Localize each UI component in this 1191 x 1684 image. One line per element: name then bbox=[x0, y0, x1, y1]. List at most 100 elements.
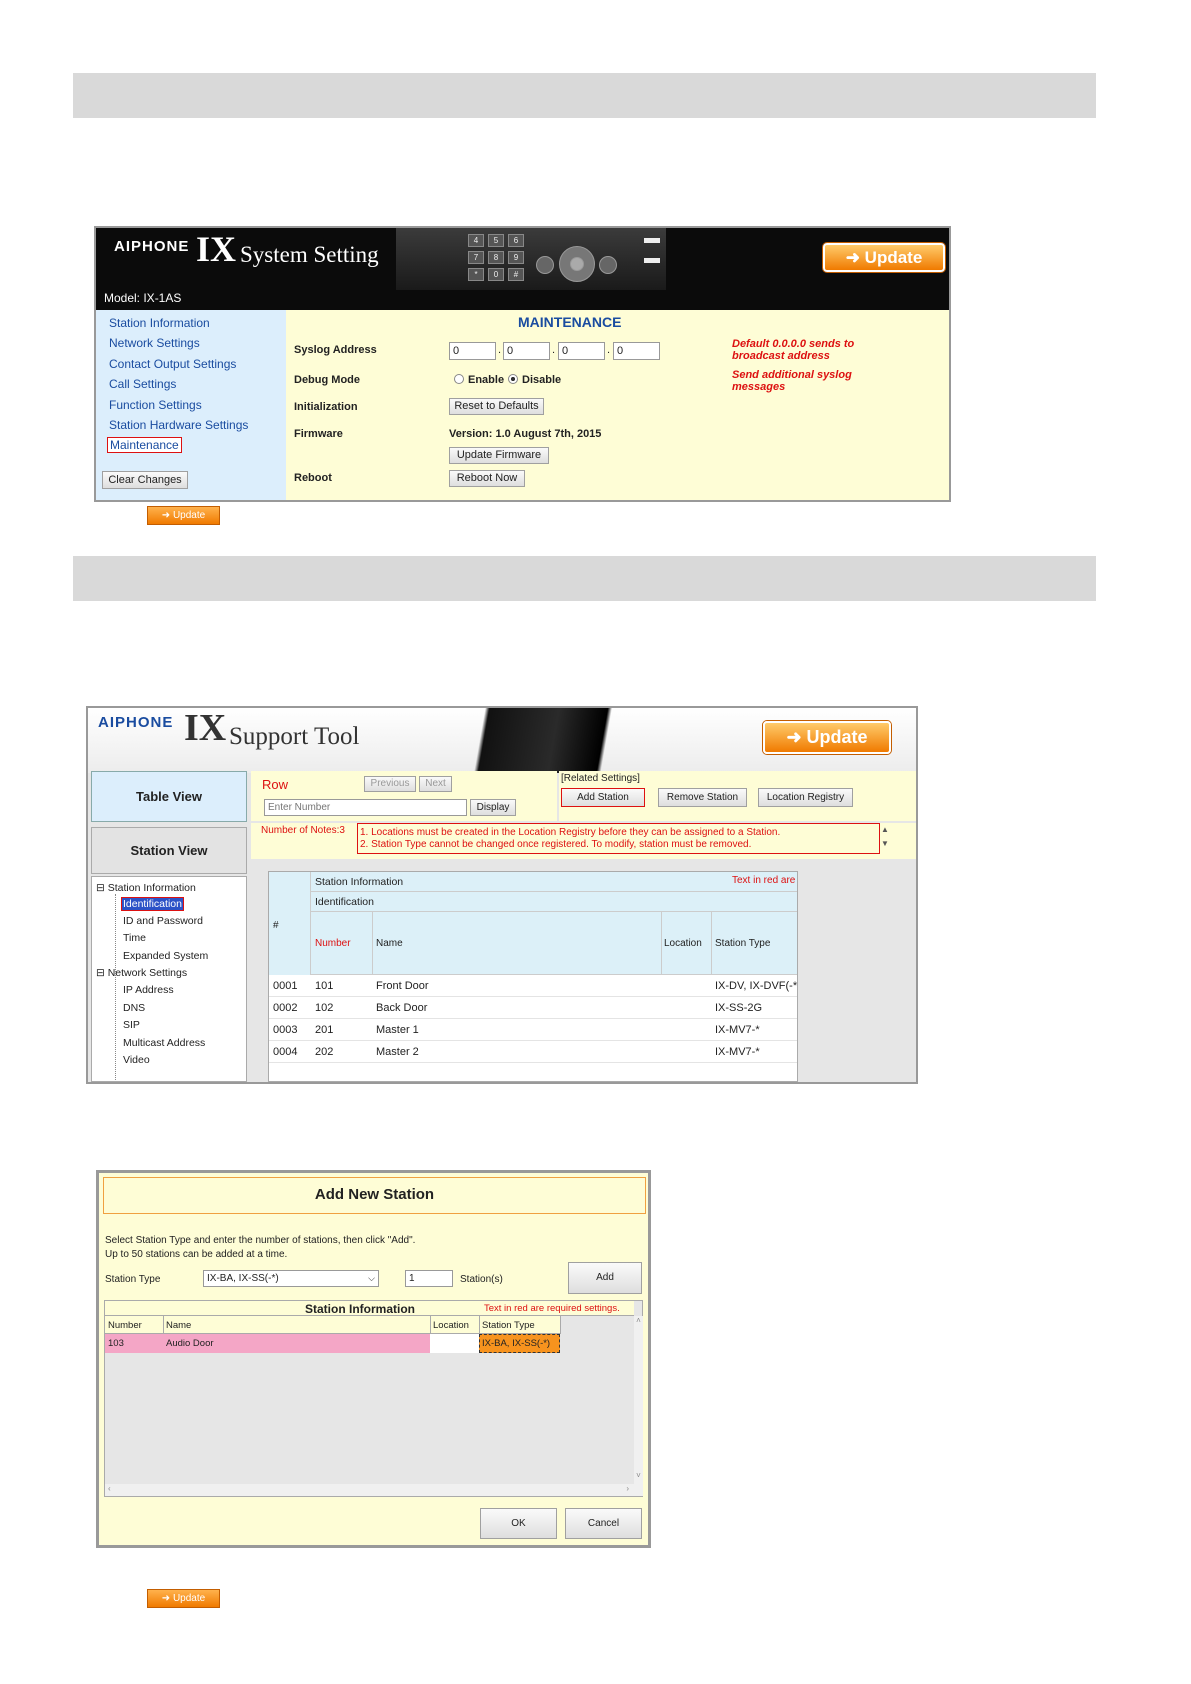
reboot-label: Reboot bbox=[294, 472, 332, 484]
syslog-octet-3-input[interactable]: 0 bbox=[558, 342, 605, 360]
tree-item-video[interactable]: Video bbox=[123, 1054, 150, 1066]
aiphone-logo: AIPHONE bbox=[98, 714, 174, 731]
update-button[interactable]: ➜ Update bbox=[823, 243, 945, 272]
table-row[interactable]: 0003 201 Master 1 IX-MV7-* bbox=[269, 1019, 797, 1041]
model-label: Model: IX-1AS bbox=[104, 291, 182, 305]
station-type-cell[interactable]: IX-BA, IX-SS(-*) bbox=[479, 1334, 560, 1353]
next-button[interactable]: Next bbox=[419, 776, 452, 792]
horizontal-scrollbar[interactable]: ‹ › bbox=[105, 1484, 643, 1496]
circle-button-icon bbox=[599, 256, 617, 274]
remove-station-button[interactable]: Remove Station bbox=[658, 788, 747, 807]
add-button[interactable]: Add bbox=[568, 1262, 642, 1294]
ix-logo: IX bbox=[184, 707, 227, 749]
sidebar-item-contact-output-settings[interactable]: Contact Output Settings bbox=[109, 357, 236, 371]
sidebar-item-network-settings[interactable]: Network Settings bbox=[109, 336, 200, 350]
support-tool-screenshot: AIPHONE IX Support Tool ➜ Update Table V… bbox=[86, 706, 918, 1084]
display-button[interactable]: Display bbox=[470, 799, 516, 816]
sidebar-item-call-settings[interactable]: Call Settings bbox=[109, 377, 176, 391]
reset-to-defaults-button[interactable]: Reset to Defaults bbox=[449, 398, 544, 415]
page-title: MAINTENANCE bbox=[518, 314, 622, 330]
ix-logo: IX bbox=[196, 229, 237, 269]
location-cell[interactable] bbox=[430, 1334, 479, 1353]
tree-item-ip-address[interactable]: IP Address bbox=[123, 984, 174, 996]
sidebar-item-maintenance[interactable]: Maintenance bbox=[107, 437, 182, 453]
app-title: Support Tool bbox=[229, 723, 360, 750]
cancel-button[interactable]: Cancel bbox=[565, 1508, 642, 1539]
tree-item-time[interactable]: Time bbox=[123, 932, 146, 944]
station-keypad-image: 4 5 6 7 8 9 * 0 # bbox=[396, 228, 666, 290]
station-info-table: Station Information Text in red are requ… bbox=[104, 1300, 643, 1497]
required-note: Text in red are required settings. bbox=[484, 1303, 620, 1314]
note-line: 1. Locations must be created in the Loca… bbox=[360, 827, 781, 838]
tree-item-id-and-password[interactable]: ID and Password bbox=[123, 915, 203, 927]
keypad-key: * bbox=[468, 268, 484, 281]
indicator-icon bbox=[644, 258, 660, 263]
tree-item-sip[interactable]: SIP bbox=[123, 1019, 140, 1031]
tree-item-identification[interactable]: Identification bbox=[121, 897, 184, 911]
tree-node-network-settings[interactable]: ⊟ Network Settings bbox=[96, 967, 187, 979]
sidebar-item-function-settings[interactable]: Function Settings bbox=[109, 398, 202, 412]
scroll-down-icon[interactable]: ˅ bbox=[634, 1471, 643, 1480]
circle-button-icon bbox=[536, 256, 554, 274]
update-button[interactable]: ➜ Update bbox=[763, 721, 891, 754]
ok-button[interactable]: OK bbox=[480, 1508, 557, 1539]
column-header-name: Name bbox=[376, 938, 403, 949]
reboot-now-button[interactable]: Reboot Now bbox=[449, 470, 525, 487]
add-station-button[interactable]: Add Station bbox=[561, 788, 645, 807]
scroll-right-icon[interactable]: › bbox=[626, 1484, 629, 1493]
scroll-left-icon[interactable]: ‹ bbox=[108, 1484, 111, 1493]
station-count-input[interactable]: 1 bbox=[405, 1270, 453, 1287]
required-note: Text in red are required settings. bbox=[732, 875, 797, 886]
app-header: AIPHONE IX Support Tool ➜ Update bbox=[88, 707, 916, 773]
syslog-octet-1-input[interactable]: 0 bbox=[449, 342, 496, 360]
tree-item-dns[interactable]: DNS bbox=[123, 1002, 145, 1014]
table-row[interactable]: 0002 102 Back Door IX-SS-2G bbox=[269, 997, 797, 1019]
enter-number-input[interactable] bbox=[264, 799, 467, 816]
syslog-note: Default 0.0.0.0 sends to broadcast addre… bbox=[732, 338, 855, 362]
firmware-version: Version: 1.0 August 7th, 2015 bbox=[449, 428, 602, 440]
notes-box: 1. Locations must be created in the Loca… bbox=[357, 823, 880, 854]
table-row[interactable]: 0004 202 Master 2 IX-MV7-* bbox=[269, 1041, 797, 1063]
station-view-tab[interactable]: Station View bbox=[91, 827, 247, 874]
station-type-select[interactable]: IX-BA, IX-SS(-*) ⌵ bbox=[203, 1270, 379, 1287]
table-row[interactable]: 103 Audio Door IX-BA, IX-SS(-*) bbox=[105, 1334, 560, 1353]
keypad-key: 8 bbox=[488, 251, 504, 264]
instruction-line: Select Station Type and enter the number… bbox=[105, 1235, 416, 1246]
related-settings-panel: [Related Settings] Add Station Remove St… bbox=[559, 771, 916, 821]
sidebar-item-station-information[interactable]: Station Information bbox=[109, 316, 210, 330]
column-header-name: Name bbox=[166, 1320, 192, 1331]
column-header-station-type: Station Type bbox=[482, 1320, 535, 1331]
table-row[interactable]: 0001 101 Front Door IX-DV, IX-DVF(-*) bbox=[269, 975, 797, 997]
keypad-key: 6 bbox=[508, 234, 524, 247]
update-icon: ➜ Update bbox=[147, 1589, 220, 1608]
related-settings-label: [Related Settings] bbox=[561, 773, 640, 784]
debug-disable-radio[interactable] bbox=[508, 374, 518, 384]
column-header-station-type: Station Type bbox=[715, 938, 771, 949]
sidebar-item-station-hardware-settings[interactable]: Station Hardware Settings bbox=[109, 418, 248, 432]
table-group-header: Station Information bbox=[315, 876, 404, 888]
tree-item-expanded-system[interactable]: Expanded System bbox=[123, 950, 208, 962]
row-panel: Row Previous Next Display bbox=[251, 771, 557, 821]
note-line: 2. Station Type cannot be changed once r… bbox=[360, 839, 752, 850]
settings-tree: ⊟ Station Information Identification ID … bbox=[91, 876, 247, 1082]
dialog-title: Add New Station bbox=[103, 1177, 646, 1214]
notes-count: Number of Notes:3 bbox=[261, 825, 345, 836]
update-firmware-button[interactable]: Update Firmware bbox=[449, 447, 549, 464]
notes-scrollbar[interactable]: ▲ ▼ bbox=[881, 823, 891, 854]
app-title: System Setting bbox=[240, 242, 379, 267]
tree-item-multicast-address[interactable]: Multicast Address bbox=[123, 1037, 205, 1049]
debug-enable-radio[interactable] bbox=[454, 374, 464, 384]
syslog-label: Syslog Address bbox=[294, 344, 377, 356]
location-registry-button[interactable]: Location Registry bbox=[758, 788, 853, 807]
clear-changes-button[interactable]: Clear Changes bbox=[102, 471, 188, 489]
tree-node-station-information[interactable]: ⊟ Station Information bbox=[96, 882, 196, 894]
vertical-scrollbar[interactable]: ˄ bbox=[634, 1316, 643, 1484]
dial-center-icon bbox=[570, 257, 584, 271]
maintenance-screenshot: AIPHONE IX System Setting 4 5 6 7 8 9 * … bbox=[94, 226, 951, 502]
station-type-label: Station Type bbox=[105, 1274, 161, 1285]
previous-button[interactable]: Previous bbox=[364, 776, 416, 792]
syslog-octet-4-input[interactable]: 0 bbox=[613, 342, 660, 360]
table-view-tab[interactable]: Table View bbox=[91, 771, 247, 822]
table-group-header: Station Information bbox=[305, 1302, 415, 1316]
syslog-octet-2-input[interactable]: 0 bbox=[503, 342, 550, 360]
